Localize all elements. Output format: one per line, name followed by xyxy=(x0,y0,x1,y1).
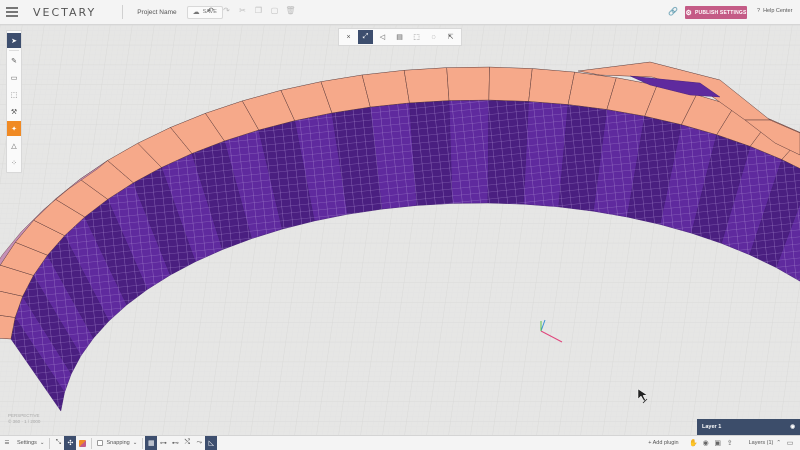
pen-icon[interactable]: ✎ xyxy=(7,53,21,68)
vertex-icon[interactable]: ◁ xyxy=(375,30,390,44)
add-plugin-button[interactable]: + Add plugin xyxy=(645,436,681,450)
edit-icon[interactable]: ⤢ xyxy=(358,30,373,44)
grid-snap-icon[interactable]: ▦ xyxy=(145,435,158,450)
gear-icon: ⚙ xyxy=(685,9,692,17)
snapping-label: Snapping xyxy=(106,440,130,446)
layers-toggle[interactable]: Layers (1) ⌃ xyxy=(746,436,784,450)
paint-icon[interactable]: ✦ xyxy=(7,121,21,136)
bottom-bar: ☰ Settings ⌄ ⤡ ✣ Snapping ⌄ ▦ ⊶ ⊷ ⤭ ⤳ ◺ … xyxy=(0,435,800,450)
divider xyxy=(142,437,144,449)
material-swatch-icon xyxy=(79,439,87,447)
delete-icon[interactable]: 🗑 xyxy=(285,6,295,16)
material-swatch[interactable] xyxy=(76,436,89,450)
layers-label: Layers (1) xyxy=(748,440,774,446)
chevron-up-icon: ⌃ xyxy=(776,440,781,446)
ruler-icon[interactable]: ◺ xyxy=(205,435,218,450)
divider xyxy=(9,50,19,51)
lasso-icon[interactable]: ◌ xyxy=(426,30,441,44)
top-bar: VECTARY Project Name ☁ SAVE xyxy=(0,0,800,25)
paste-icon[interactable]: ▢ xyxy=(270,6,279,16)
face-icon[interactable]: ▤ xyxy=(392,30,407,44)
record-icon[interactable]: ▣ xyxy=(712,436,724,450)
hammer-icon[interactable]: ⚒ xyxy=(7,104,21,119)
select-icon[interactable]: ➤ xyxy=(7,33,21,48)
eye-icon[interactable]: ◉ xyxy=(790,424,795,430)
settings-label: Settings xyxy=(17,440,37,446)
question-icon: ? xyxy=(757,8,761,14)
bottom-menu-icon[interactable]: ☰ xyxy=(0,436,14,450)
layer-title: Layer 1 xyxy=(702,424,722,430)
camera-icon[interactable]: ◉ xyxy=(700,436,712,450)
box-icon[interactable]: ▭ xyxy=(7,70,21,85)
link-icon[interactable]: 🔗 xyxy=(668,7,678,16)
angle-snap-icon[interactable]: ⤳ xyxy=(193,436,205,450)
ring-top-face xyxy=(403,67,450,104)
cut-icon[interactable]: ✂ xyxy=(238,6,247,16)
hamburger-menu-icon[interactable] xyxy=(6,7,18,17)
share-icon[interactable]: ⇪ xyxy=(724,436,736,450)
help-center-link[interactable]: ? Help Center xyxy=(757,8,792,14)
undo-icon[interactable]: ↶ xyxy=(206,6,215,16)
publish-label: PUBLISH SETTINGS xyxy=(694,9,747,16)
settings-dropdown[interactable]: Settings ⌄ xyxy=(14,436,47,450)
measure-icon[interactable]: ⤡ xyxy=(52,436,64,450)
3d-viewport[interactable] xyxy=(0,25,800,435)
publish-settings-button[interactable]: ⚙ PUBLISH SETTINGS xyxy=(685,6,747,19)
ring-top-face xyxy=(528,68,575,105)
paint-select-icon[interactable]: ⇱ xyxy=(443,30,458,44)
selection-toolbar: × ⤢ ◁ ▤ ⬚ ◌ ⇱ xyxy=(338,28,462,46)
ring-top-face xyxy=(361,69,410,108)
ring-top-face xyxy=(488,66,533,102)
snapping-toggle[interactable]: Snapping ⌄ xyxy=(94,436,140,450)
chevron-down-icon: ⌄ xyxy=(132,440,138,446)
edge-snap-icon[interactable]: ⊶ xyxy=(157,436,169,450)
history-toolbar: ↶ ↷ ✂ ❐ ▢ 🗑 xyxy=(206,6,295,16)
copy-icon[interactable]: ❐ xyxy=(254,6,263,16)
project-name[interactable]: Project Name xyxy=(137,9,176,16)
help-label: Help Center xyxy=(763,8,793,14)
left-toolbar: ➤ ✎ ▭ ⬚ ⚒ ✦ △ ⁘ xyxy=(6,30,22,173)
divider xyxy=(122,5,124,19)
divider xyxy=(91,437,93,449)
redo-icon[interactable]: ↷ xyxy=(222,6,231,16)
ring-top-face xyxy=(446,66,490,101)
layer-panel-header[interactable]: Layer 1 ◉ xyxy=(697,419,800,435)
panel-toggle-icon[interactable]: ▭ xyxy=(784,436,796,450)
chevron-down-icon: ⌄ xyxy=(39,440,45,446)
app-logo: VECTARY xyxy=(33,5,97,19)
perspective-subtitle: © 360 · 1 / 2000 xyxy=(8,419,41,424)
cloud-icon: ☁ xyxy=(192,9,200,16)
perspective-label: PERSPECTIVE © 360 · 1 / 2000 xyxy=(8,413,40,425)
axis-snap-icon[interactable]: ⤭ xyxy=(181,436,193,450)
vertex-snap-icon[interactable]: ⊷ xyxy=(169,436,181,450)
close-icon[interactable]: × xyxy=(341,30,356,44)
snapping-checkbox[interactable] xyxy=(97,440,104,446)
cube-icon[interactable]: ⬚ xyxy=(7,87,21,102)
divider xyxy=(49,437,51,449)
scene-canvas[interactable] xyxy=(0,25,800,435)
pivot-icon[interactable]: ✣ xyxy=(64,435,77,450)
rect-select-icon[interactable]: ⬚ xyxy=(409,30,424,44)
hand-icon[interactable]: ✋ xyxy=(688,436,700,450)
scatter-icon[interactable]: ⁘ xyxy=(7,155,21,170)
triangle-icon[interactable]: △ xyxy=(7,138,21,153)
